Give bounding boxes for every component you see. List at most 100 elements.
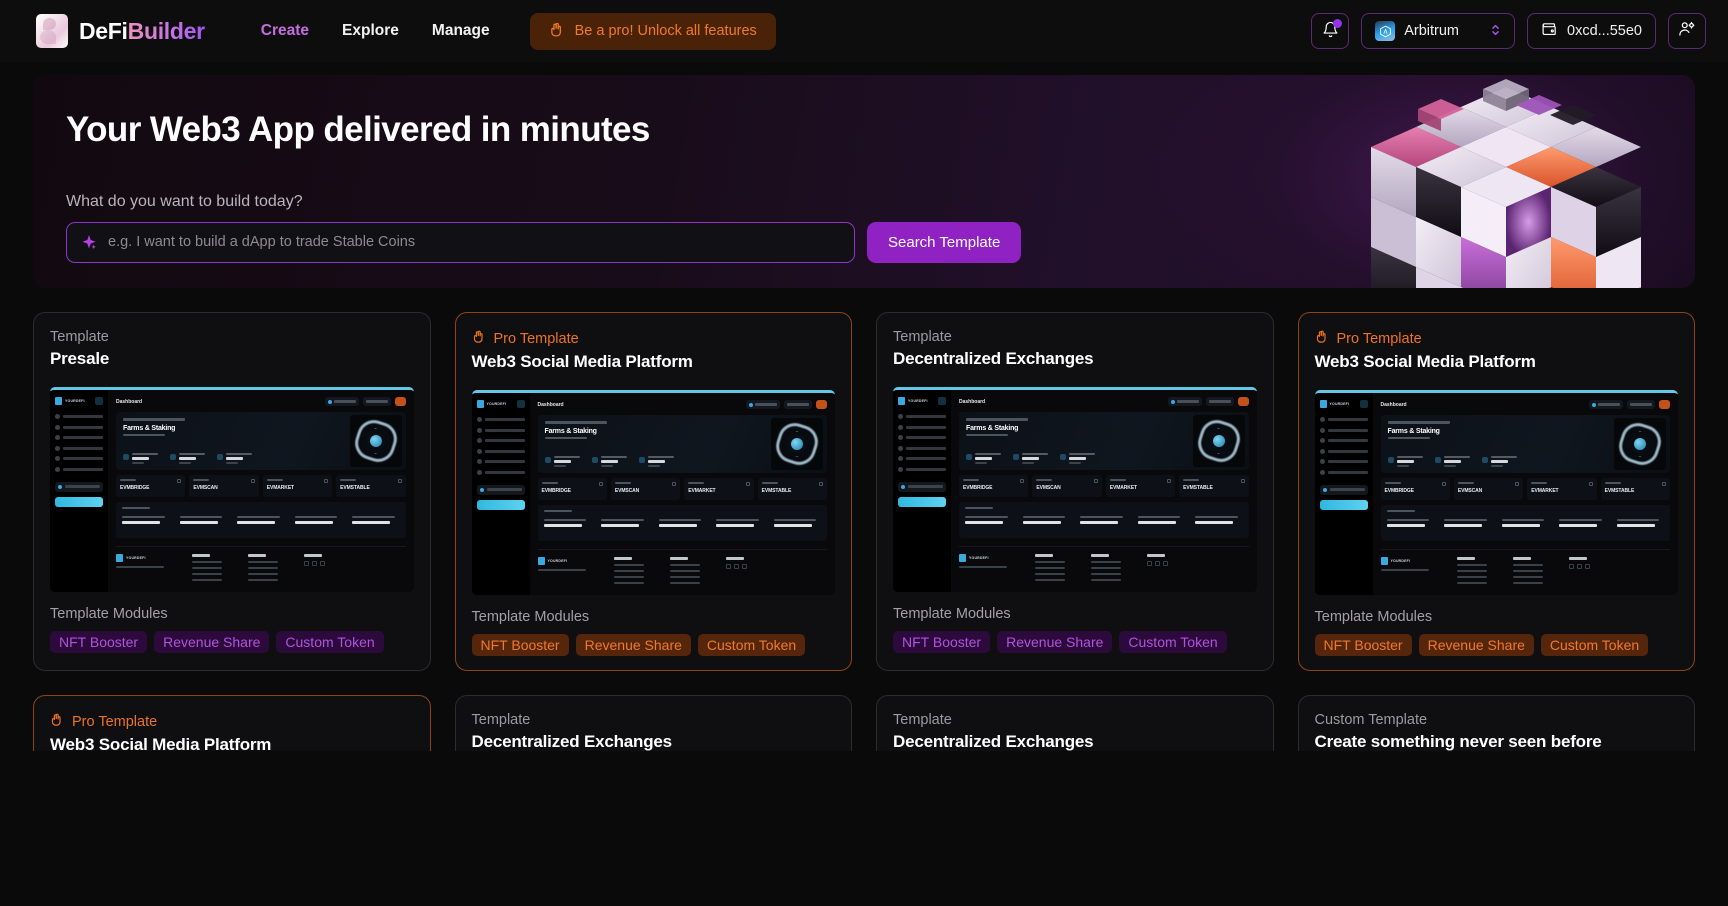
template-module-tag[interactable]: NFT Booster bbox=[1314, 634, 1412, 656]
mock-nav-dot-icon bbox=[476, 448, 482, 454]
mock-coin-icon bbox=[1387, 457, 1394, 463]
mock-nav-dot-icon bbox=[898, 435, 903, 440]
app-header: DeFiBuilder Create Explore Manage Be a p… bbox=[0, 0, 1728, 62]
mock-stat-card-value: EVMBRIDGE bbox=[541, 488, 571, 494]
mock-footer-copyright bbox=[537, 569, 586, 571]
mock-info-value bbox=[1137, 521, 1176, 524]
template-card[interactable]: Template Decentralized Exchanges YOURDEF… bbox=[876, 312, 1274, 671]
search-template-button[interactable]: Search Template bbox=[867, 221, 1022, 263]
mock-info-value bbox=[965, 521, 1003, 524]
linkedin-icon bbox=[312, 560, 317, 566]
template-modules-list: NFT Booster Revenue Share Custom Token bbox=[893, 631, 1257, 653]
mock-external-link-icon bbox=[1093, 479, 1098, 483]
mock-nav-dot-icon bbox=[55, 445, 60, 451]
mock-stat-label bbox=[1490, 456, 1517, 458]
mock-footer-logo: YOURDEFI bbox=[959, 554, 1021, 562]
mock-info-col bbox=[1616, 519, 1665, 527]
mock-wallet-chip bbox=[362, 397, 391, 406]
template-card[interactable]: Custom Template Create something never s… bbox=[1297, 695, 1695, 751]
search-field-wrapper[interactable] bbox=[66, 221, 855, 263]
mock-nav-item bbox=[476, 438, 525, 443]
mock-brand-logo-icon bbox=[116, 554, 123, 562]
template-module-tag[interactable]: Revenue Share bbox=[575, 634, 691, 656]
mock-collapse-icon bbox=[516, 400, 525, 408]
template-module-tag[interactable]: Revenue Share bbox=[1418, 634, 1534, 656]
template-module-tag[interactable]: Revenue Share bbox=[997, 631, 1113, 653]
mock-info-col bbox=[294, 516, 343, 524]
mock-stat-card: EVMARKET bbox=[1527, 478, 1597, 500]
mock-external-link-icon bbox=[1662, 482, 1666, 486]
template-module-tag[interactable]: NFT Booster bbox=[893, 631, 991, 653]
mock-nav-text bbox=[63, 467, 103, 471]
mock-stat-card-value: EVMSCAN bbox=[1036, 485, 1061, 491]
mock-hero-kicker bbox=[1387, 421, 1450, 424]
mock-footer-link bbox=[1091, 572, 1121, 575]
template-module-tag[interactable]: Custom Token bbox=[1540, 634, 1649, 656]
brand-logo[interactable]: DeFiBuilder bbox=[36, 14, 205, 48]
mock-brand-name: YOURDEFI bbox=[1329, 402, 1350, 406]
mock-collapse-icon bbox=[938, 397, 946, 405]
nav-item-manage[interactable]: Manage bbox=[432, 22, 490, 40]
mock-social-icons bbox=[1568, 563, 1611, 569]
mock-chain-select bbox=[55, 481, 103, 492]
template-module-tag[interactable]: Custom Token bbox=[1119, 631, 1227, 653]
mock-info-col bbox=[122, 516, 170, 524]
mock-hexagon-icon bbox=[1207, 428, 1230, 454]
mock-stat-label bbox=[226, 453, 252, 455]
mock-footer-heading bbox=[304, 554, 322, 557]
template-module-tag[interactable]: Revenue Share bbox=[154, 631, 270, 653]
mock-stat-card: EVMBRIDGE bbox=[959, 475, 1029, 497]
template-card-title: Web3 Social Media Platform bbox=[50, 735, 272, 751]
nav-item-create[interactable]: Create bbox=[261, 22, 309, 40]
mock-stat-value bbox=[600, 460, 618, 463]
mock-hero-sub bbox=[966, 433, 1008, 436]
mock-stat-card-value: EVMARKET bbox=[1109, 485, 1138, 491]
mock-nav-item bbox=[898, 445, 946, 451]
wallet-address-button[interactable]: 0xcd...55e0 bbox=[1527, 13, 1656, 49]
template-card[interactable]: Pro Template Web3 Social Media Platform … bbox=[454, 312, 852, 671]
mock-info-label bbox=[1386, 519, 1430, 521]
mock-info-value bbox=[601, 524, 639, 527]
template-module-tag[interactable]: Custom Token bbox=[697, 634, 806, 656]
template-module-tag[interactable]: NFT Booster bbox=[471, 634, 569, 656]
template-card[interactable]: Pro Template Web3 Social Media Platform … bbox=[1297, 312, 1695, 671]
mock-footer-brand: YOURDEFI bbox=[537, 557, 600, 584]
template-card[interactable]: Template Presale YOURDEFI Dashboard Farm… bbox=[33, 312, 431, 671]
mock-stat-value bbox=[179, 457, 196, 460]
nav-item-explore[interactable]: Explore bbox=[342, 22, 399, 40]
mock-hero-banner: Farms & Staking bbox=[116, 412, 406, 470]
unlock-pro-button[interactable]: Be a pro! Unlock all features bbox=[529, 12, 776, 50]
mock-footer-social-col bbox=[725, 557, 768, 584]
chevron-updown-icon bbox=[1490, 23, 1501, 40]
mock-stat-card: EVMARKET bbox=[1105, 475, 1176, 497]
mock-sidebar: YOURDEFI bbox=[1314, 393, 1373, 595]
mock-footer-col bbox=[1512, 557, 1555, 584]
mock-stat-card-label bbox=[614, 482, 631, 484]
template-modules-heading: Template Modules bbox=[1314, 609, 1433, 625]
wallet-address-label: 0xcd...55e0 bbox=[1567, 23, 1642, 39]
account-settings-button[interactable] bbox=[1668, 13, 1706, 49]
mock-main-panel: Dashboard Farms & Staking EVMBRIDGE EVMS… bbox=[529, 393, 835, 595]
template-card[interactable]: Template Decentralized Exchanges YOURDEF… bbox=[454, 695, 852, 751]
mock-nav-item bbox=[55, 424, 103, 430]
template-module-tag[interactable]: NFT Booster bbox=[50, 631, 148, 653]
mock-footer-link bbox=[1035, 566, 1065, 569]
template-card[interactable]: Pro Template Web3 Social Media Platform … bbox=[33, 695, 431, 751]
mock-brand-logo-icon bbox=[537, 557, 545, 565]
template-module-tag[interactable]: Custom Token bbox=[276, 631, 384, 653]
mock-stat-card-label bbox=[1109, 479, 1126, 481]
facebook-icon bbox=[1147, 560, 1152, 566]
template-card[interactable]: Template Decentralized Exchanges YOURDEF… bbox=[876, 695, 1274, 751]
network-selector[interactable]: Arbitrum bbox=[1361, 13, 1516, 49]
mock-nav-dot-icon bbox=[55, 424, 60, 430]
mock-footer-heading bbox=[1091, 554, 1109, 557]
mock-stat-meta bbox=[132, 462, 144, 464]
mock-info-col bbox=[1137, 516, 1186, 524]
notifications-button[interactable] bbox=[1311, 13, 1350, 49]
mock-info-label bbox=[179, 516, 223, 518]
mock-nav-item bbox=[898, 435, 946, 440]
twitter-icon bbox=[320, 560, 325, 566]
search-input[interactable] bbox=[108, 234, 840, 250]
mock-nav-dot-icon bbox=[898, 445, 903, 451]
mock-stat-card-value: EVMBRIDGE bbox=[963, 485, 993, 491]
